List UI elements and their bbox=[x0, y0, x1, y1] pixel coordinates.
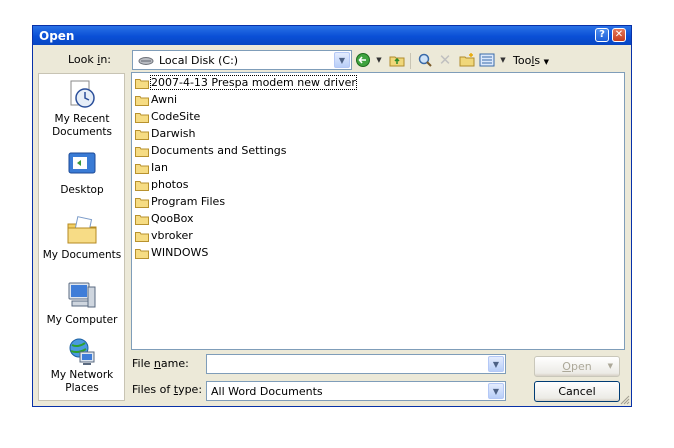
places-bar: My Recent Documents Desktop My Documents … bbox=[38, 73, 125, 401]
place-label: Desktop bbox=[60, 184, 104, 196]
folder-icon bbox=[135, 215, 149, 225]
search-web-icon[interactable] bbox=[417, 52, 433, 68]
my-documents-icon bbox=[66, 214, 98, 246]
chevron-down-icon[interactable]: ▼ bbox=[334, 52, 350, 68]
file-name: Awni bbox=[151, 93, 178, 106]
place-label: My Documents bbox=[42, 249, 122, 261]
local-disk-icon bbox=[138, 56, 154, 69]
folder-icon bbox=[135, 232, 149, 242]
window-title: Open bbox=[39, 29, 75, 43]
look-in-value: Local Disk (C:) bbox=[159, 54, 239, 67]
file-name: Program Files bbox=[151, 195, 226, 208]
folder-icon bbox=[135, 79, 149, 89]
up-folder-icon[interactable] bbox=[389, 52, 405, 68]
file-name: 2007-4-13 Prespa modem new driver bbox=[150, 75, 357, 90]
network-places-icon bbox=[66, 336, 98, 368]
close-button[interactable]: ✕ bbox=[612, 28, 626, 42]
files-of-type-label: Files of type: bbox=[132, 383, 203, 396]
open-dialog: Open ? ✕ Look in: Local Disk (C:) ▼ ▼ ✕ … bbox=[32, 25, 632, 407]
toolbar-separator bbox=[410, 53, 411, 69]
recent-documents-icon bbox=[66, 78, 98, 110]
file-list[interactable]: 2007-4-13 Prespa modem new driver Awni C… bbox=[131, 72, 625, 350]
file-name-input[interactable]: ▼ bbox=[206, 354, 506, 374]
file-name: vbroker bbox=[151, 229, 193, 242]
new-folder-icon[interactable] bbox=[459, 52, 475, 68]
folder-icon bbox=[135, 147, 149, 157]
file-type-value: All Word Documents bbox=[211, 385, 323, 398]
folder-icon bbox=[135, 113, 149, 123]
look-in-label: Look in: bbox=[68, 53, 112, 66]
open-button[interactable]: Open ▼ bbox=[534, 356, 620, 377]
my-computer-icon bbox=[66, 279, 98, 311]
place-my-network-places[interactable]: My Network Places bbox=[39, 336, 125, 395]
place-label: My Network bbox=[50, 369, 114, 381]
look-in-dropdown[interactable]: Local Disk (C:) ▼ bbox=[132, 50, 352, 70]
delete-icon[interactable]: ✕ bbox=[437, 52, 453, 68]
tools-menu[interactable]: Tools ▼ bbox=[513, 54, 549, 67]
place-my-recent-documents[interactable]: My Recent Documents bbox=[39, 78, 125, 139]
file-name: Ian bbox=[151, 161, 168, 174]
folder-icon bbox=[135, 198, 149, 208]
title-bar[interactable]: Open ? ✕ bbox=[33, 26, 631, 45]
desktop-icon bbox=[66, 149, 98, 181]
folder-icon bbox=[135, 96, 149, 106]
file-name: photos bbox=[151, 178, 189, 191]
place-desktop[interactable]: Desktop bbox=[39, 149, 125, 197]
place-my-documents[interactable]: My Documents bbox=[39, 214, 125, 262]
folder-icon bbox=[135, 130, 149, 140]
folder-icon bbox=[135, 181, 149, 191]
file-type-dropdown[interactable]: All Word Documents ▼ bbox=[206, 381, 506, 401]
help-button[interactable]: ? bbox=[595, 28, 609, 42]
open-split-arrow-icon[interactable]: ▼ bbox=[608, 357, 613, 376]
file-name: WINDOWS bbox=[151, 246, 209, 259]
place-label: Places bbox=[65, 382, 99, 394]
file-name: CodeSite bbox=[151, 110, 201, 123]
place-my-computer[interactable]: My Computer bbox=[39, 279, 125, 327]
place-label: My Computer bbox=[46, 314, 118, 326]
chevron-down-icon[interactable]: ▼ bbox=[488, 383, 504, 399]
views-dropdown-icon[interactable]: ▼ bbox=[495, 52, 511, 68]
file-name: QooBox bbox=[151, 212, 194, 225]
place-label: Documents bbox=[52, 126, 112, 138]
file-name: Darwish bbox=[151, 127, 196, 140]
folder-icon bbox=[135, 164, 149, 174]
file-name: Documents and Settings bbox=[151, 144, 287, 157]
resize-grip-icon[interactable] bbox=[620, 395, 630, 405]
views-icon[interactable] bbox=[479, 52, 495, 68]
file-name-label: File name: bbox=[132, 357, 189, 370]
chevron-down-icon[interactable]: ▼ bbox=[488, 356, 504, 372]
place-label: My Recent bbox=[54, 113, 110, 125]
folder-icon bbox=[135, 249, 149, 259]
cancel-button[interactable]: Cancel bbox=[534, 381, 620, 402]
back-icon[interactable] bbox=[355, 52, 371, 68]
back-dropdown-icon[interactable]: ▼ bbox=[371, 52, 387, 68]
